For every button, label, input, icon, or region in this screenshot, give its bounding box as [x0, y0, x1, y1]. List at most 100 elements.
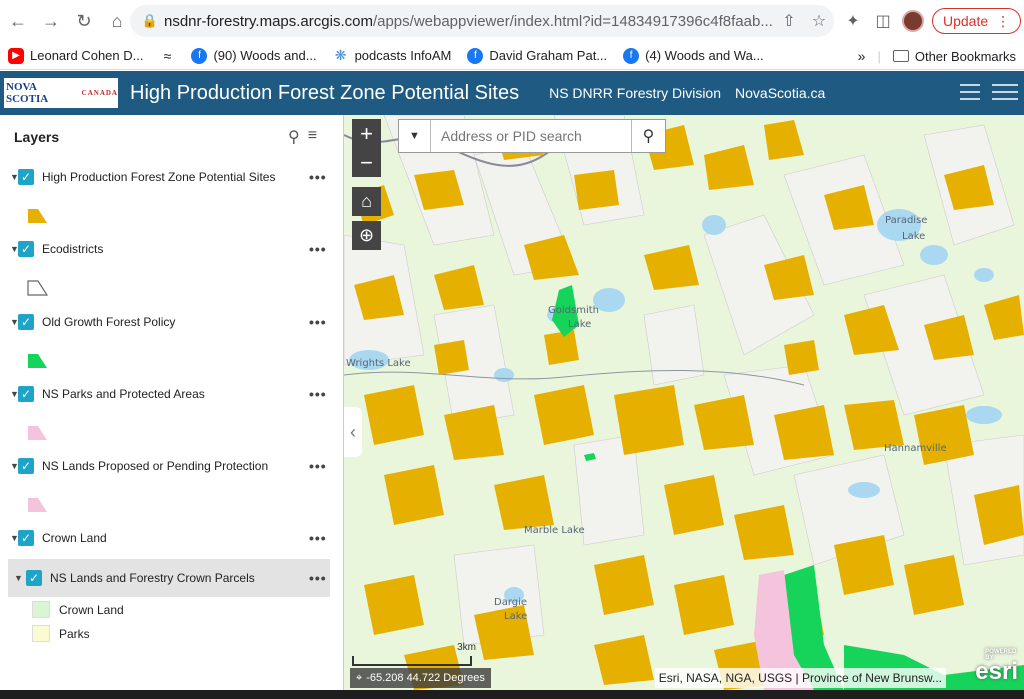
- reload-icon[interactable]: ↻: [69, 6, 99, 36]
- layer-row-high-production[interactable]: ▼ ✓ High Production Forest Zone Potentia…: [0, 165, 344, 189]
- layer-row-proposed-protection[interactable]: ▼ ✓ NS Lands Proposed or Pending Protect…: [0, 454, 344, 478]
- bookmark-item[interactable]: ≈: [151, 48, 183, 64]
- map-label: Hannamville: [884, 443, 947, 454]
- star-icon[interactable]: ☆: [804, 11, 834, 31]
- map-view[interactable]: Paradise Lake Goldsmith Lake Wrights Lak…: [344, 115, 1024, 690]
- polygon-symbol-icon: [28, 354, 47, 368]
- sublayer-checkbox[interactable]: ✓: [26, 570, 42, 586]
- layer-list-icon[interactable]: [954, 79, 980, 105]
- extensions-puzzle-icon[interactable]: ✦: [838, 11, 868, 31]
- panel-tools: ⚲ ≡: [288, 127, 317, 147]
- map-label: Wrights Lake: [346, 358, 411, 369]
- header-link-forestry[interactable]: NS DNRR Forestry Division: [549, 85, 721, 101]
- map-canvas[interactable]: [344, 115, 1024, 690]
- side-panel-icon[interactable]: ◫: [868, 11, 898, 31]
- bookmark-item[interactable]: ❋ podcasts InfoAM: [325, 47, 460, 64]
- layer-checkbox[interactable]: ✓: [18, 386, 34, 402]
- search-input[interactable]: [431, 128, 631, 144]
- kebab-menu-icon: ⋮: [996, 12, 1011, 29]
- other-bookmarks[interactable]: Other Bookmarks: [892, 49, 1016, 64]
- bookmark-label: (4) Woods and Wa...: [645, 48, 764, 63]
- crosshair-icon[interactable]: ⌖: [356, 672, 362, 685]
- legend-item-crown-land: Crown Land: [32, 601, 124, 618]
- bookmark-label: David Graham Pat...: [489, 48, 608, 63]
- bookmark-item[interactable]: f David Graham Pat...: [459, 47, 615, 64]
- layer-name: NS Parks and Protected Areas: [42, 387, 205, 401]
- layer-row-parks-protected[interactable]: ▼ ✓ NS Parks and Protected Areas •••: [0, 382, 344, 406]
- bookmark-label: Leonard Cohen D...: [30, 48, 144, 63]
- layer-checkbox[interactable]: ✓: [18, 458, 34, 474]
- more-options-icon[interactable]: •••: [309, 314, 327, 330]
- map-attribution[interactable]: Esri, NASA, NGA, USGS | Province of New …: [654, 668, 946, 688]
- map-label: Lake: [902, 231, 926, 242]
- layer-name: Old Growth Forest Policy: [42, 315, 176, 329]
- zoom-out-button[interactable]: −: [352, 148, 381, 177]
- caret-down-icon[interactable]: ▼: [10, 244, 19, 254]
- header-link-novascotia[interactable]: NovaScotia.ca: [735, 85, 825, 101]
- home-extent-button[interactable]: ⌂: [352, 187, 381, 216]
- chevron-double-right-icon[interactable]: »: [858, 48, 866, 64]
- legend-label: Parks: [59, 626, 90, 641]
- layer-checkbox[interactable]: ✓: [18, 241, 34, 257]
- caret-down-icon[interactable]: ▼: [10, 461, 19, 471]
- layer-row-crown-land[interactable]: ▼ ✓ Crown Land •••: [0, 526, 344, 550]
- bookmark-item[interactable]: f (4) Woods and Wa...: [615, 47, 772, 64]
- more-options-icon[interactable]: •••: [309, 530, 327, 546]
- update-button[interactable]: Update ⋮: [932, 8, 1022, 34]
- coordinate-text: -65.208 44.722 Degrees: [366, 672, 485, 684]
- folder-icon: [892, 50, 909, 62]
- hamburger-menu-icon[interactable]: [992, 79, 1018, 105]
- coordinate-readout[interactable]: ⌖ -65.208 44.722 Degrees: [350, 668, 491, 688]
- map-label: Lake: [568, 319, 592, 330]
- url-path: /apps/webappviewer/index.html?id=1483491…: [372, 12, 773, 30]
- address-bar[interactable]: 🔒 nsdnr-forestry.maps.arcgis.com/apps/we…: [130, 5, 834, 37]
- more-options-icon[interactable]: •••: [309, 458, 327, 474]
- forward-arrow-icon[interactable]: →: [36, 6, 66, 36]
- caret-down-icon[interactable]: ▼: [10, 317, 19, 327]
- search-icon[interactable]: ⚲: [288, 127, 300, 147]
- layer-row-old-growth[interactable]: ▼ ✓ Old Growth Forest Policy •••: [0, 310, 344, 334]
- bookmark-item[interactable]: f (90) Woods and...: [183, 47, 324, 64]
- search-widget: ▼ ⚲: [398, 119, 666, 153]
- sublayer-row-crown-parcels[interactable]: ▼ ✓ NS Lands and Forestry Crown Parcels …: [8, 559, 330, 597]
- collapse-panel-chevron-icon[interactable]: ‹: [344, 407, 362, 457]
- app-title: High Production Forest Zone Potential Si…: [130, 81, 520, 104]
- caret-down-icon[interactable]: ▼: [10, 533, 19, 543]
- caret-down-icon[interactable]: ▼: [10, 389, 19, 399]
- layer-name: High Production Forest Zone Potential Si…: [42, 170, 276, 184]
- more-options-icon[interactable]: •••: [309, 241, 327, 257]
- update-label: Update: [943, 13, 989, 29]
- back-arrow-icon[interactable]: ←: [3, 6, 33, 36]
- filter-list-icon[interactable]: ≡: [308, 127, 317, 147]
- url-text[interactable]: nsdnr-forestry.maps.arcgis.com/apps/weba…: [164, 13, 774, 30]
- bookmarks-right: » | Other Bookmarks: [858, 42, 1016, 70]
- nova-scotia-logo[interactable]: NOVA SCOTIA CANADA: [4, 78, 118, 108]
- more-options-icon[interactable]: •••: [309, 570, 327, 586]
- profile-avatar[interactable]: [902, 10, 924, 32]
- polygon-symbol-icon: [28, 209, 47, 223]
- more-options-icon[interactable]: •••: [309, 169, 327, 185]
- podcast-icon: ❋: [334, 47, 347, 63]
- layer-checkbox[interactable]: ✓: [18, 169, 34, 185]
- esri-brand-text: esri: [975, 658, 1018, 685]
- home-icon[interactable]: ⌂: [102, 6, 132, 36]
- layer-checkbox[interactable]: ✓: [18, 530, 34, 546]
- bookmark-item[interactable]: ▶ Leonard Cohen D...: [0, 47, 151, 64]
- legend-item-parks: Parks: [32, 625, 90, 642]
- logo-sub: CANADA: [81, 89, 118, 97]
- layer-checkbox[interactable]: ✓: [18, 314, 34, 330]
- layer-row-ecodistricts[interactable]: ▼ ✓ Ecodistricts •••: [0, 237, 344, 261]
- caret-down-icon[interactable]: ▼: [14, 573, 23, 583]
- more-options-icon[interactable]: •••: [309, 386, 327, 402]
- locate-crosshair-icon[interactable]: ⊕: [352, 221, 381, 250]
- search-source-dropdown[interactable]: ▼: [399, 120, 431, 152]
- legend-swatch: [32, 625, 50, 642]
- zoom-in-button[interactable]: +: [352, 119, 381, 148]
- search-icon[interactable]: ⚲: [631, 120, 665, 152]
- esri-logo[interactable]: POWERED BY esri: [975, 649, 1018, 686]
- lock-icon: 🔒: [141, 13, 159, 28]
- layer-name: Ecodistricts: [42, 242, 104, 256]
- share-icon[interactable]: ⇧: [774, 11, 804, 31]
- caret-down-icon[interactable]: ▼: [10, 172, 19, 182]
- scale-label: 3km: [457, 642, 476, 653]
